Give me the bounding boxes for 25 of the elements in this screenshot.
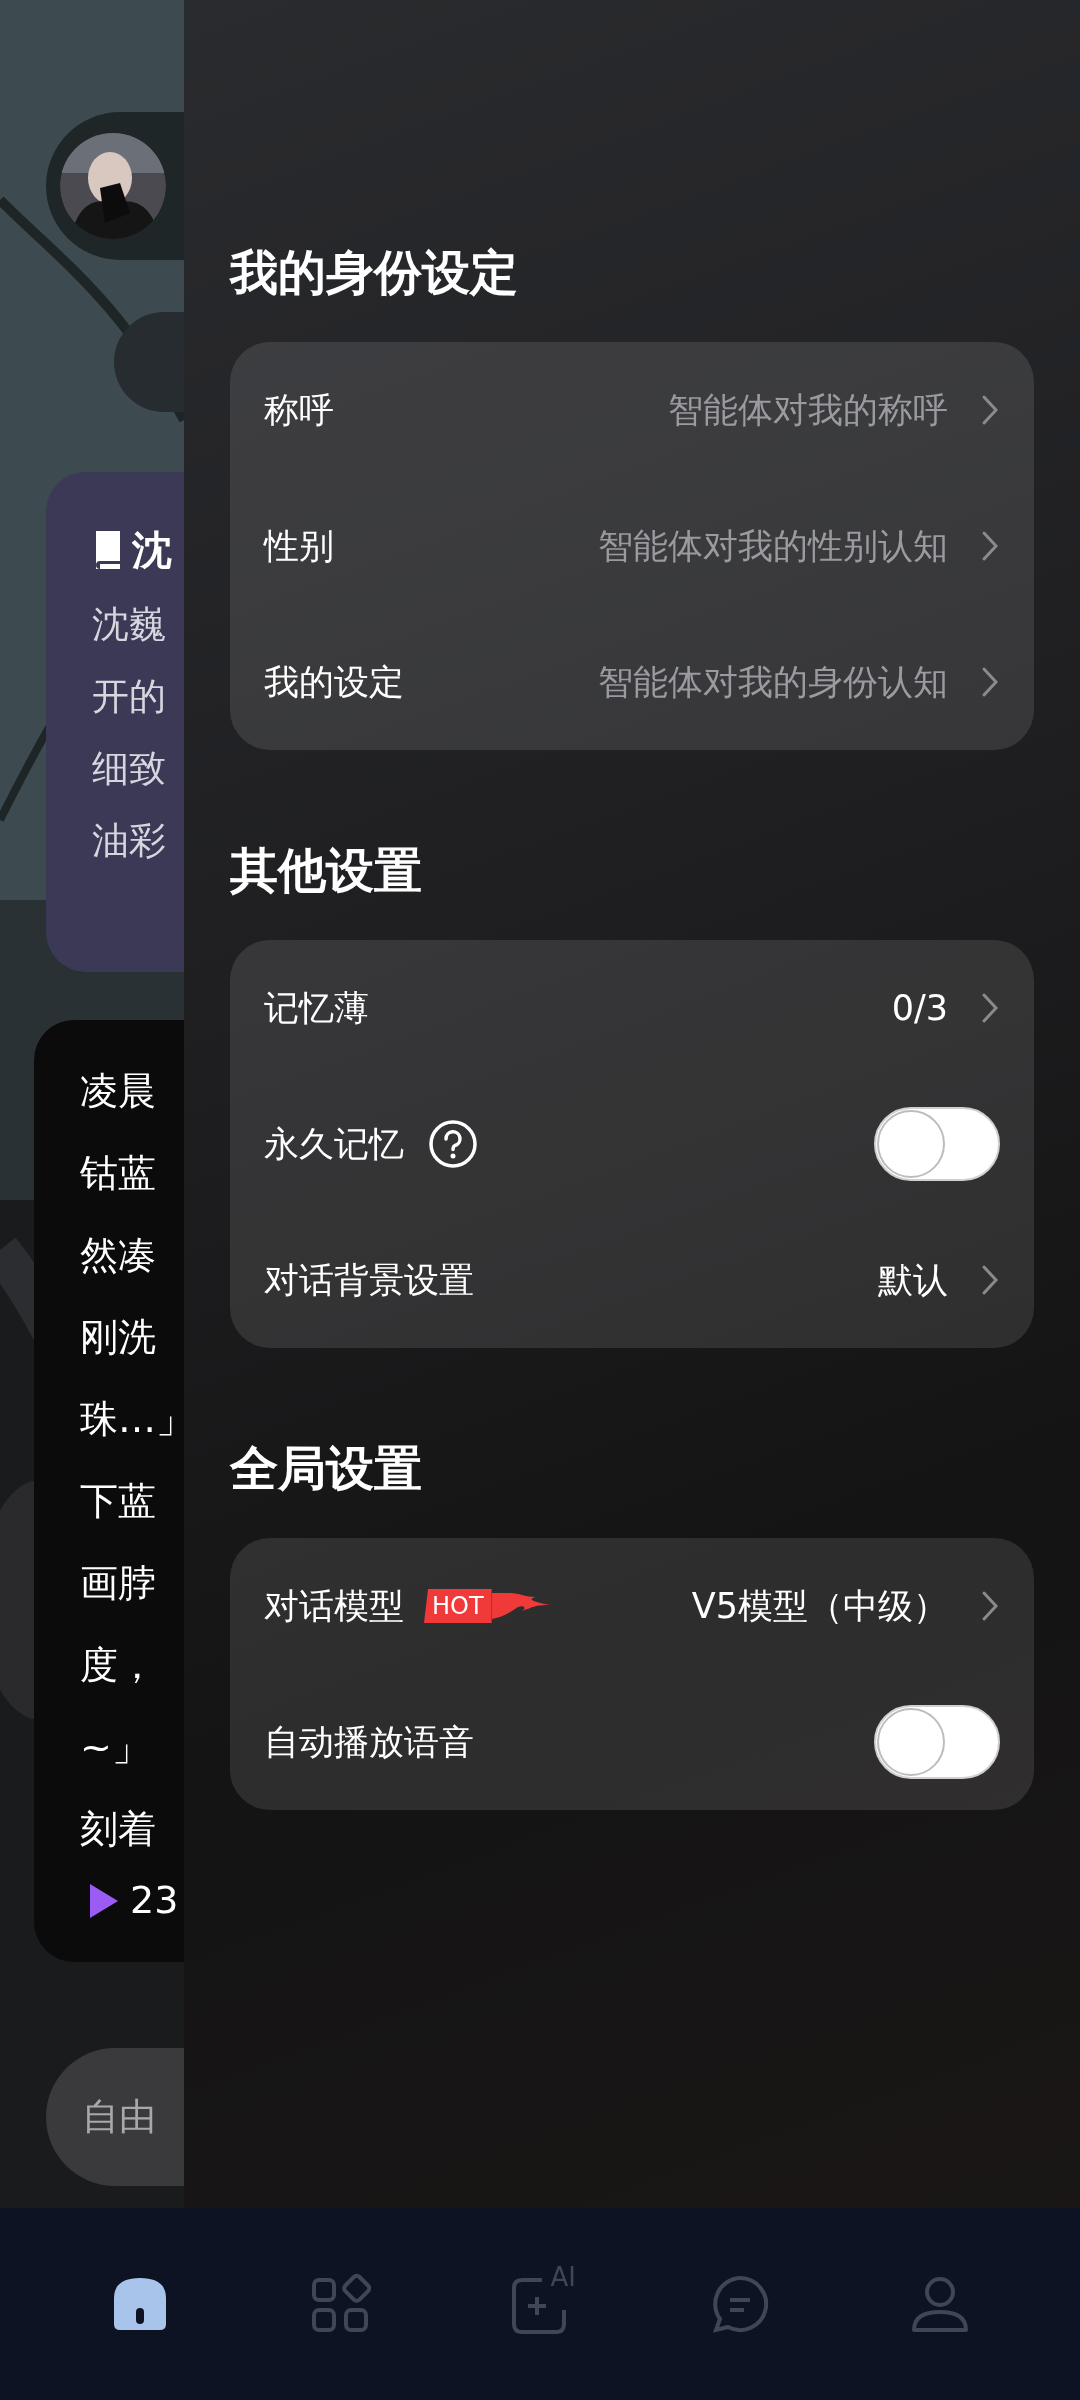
setting-label: 对话模型 [264,1584,404,1628]
setting-value: V5模型（中级） [691,1584,948,1628]
setting-label: 永久记忆 [264,1122,404,1166]
chevron-right-icon [980,665,1000,699]
chevron-right-icon [980,1589,1000,1623]
section-title: 全局设置 [230,1439,423,1498]
chevron-right-icon [980,529,1000,563]
help-icon[interactable] [428,1119,478,1169]
setting-value: 0/3 [891,986,948,1030]
setting-label: 性别 [264,524,334,568]
section-title: 我的身份设定 [230,243,519,302]
chevron-right-icon [980,991,1000,1025]
setting-hint: 智能体对我的性别认知 [598,524,948,568]
section-title: 其他设置 [230,841,423,900]
setting-label: 对话背景设置 [264,1258,474,1302]
setting-hint: 智能体对我的身份认知 [598,660,948,704]
setting-label: 我的设定 [264,660,404,704]
setting-label: 自动播放语音 [264,1720,474,1764]
setting-label: 称呼 [264,388,334,432]
chevron-right-icon [980,1263,1000,1297]
setting-hint: 智能体对我的称呼 [668,388,948,432]
setting-label: 记忆薄 [264,986,369,1030]
hot-badge: HOT [424,1589,492,1623]
chevron-right-icon [980,393,1000,427]
setting-value: 默认 [878,1258,948,1302]
